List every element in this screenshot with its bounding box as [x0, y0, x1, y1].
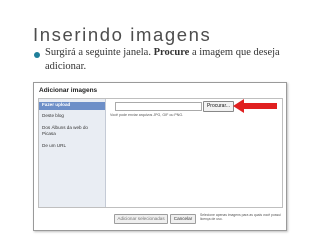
dialog-footer: Adicionar selecionadas Cancelar Selecion… [34, 206, 286, 230]
bullet-text: Surgirá a seguinte janela. Procure a ima… [45, 46, 295, 73]
file-type-hint: Você pode enviar arquivos JPG, GIF ou PN… [110, 113, 184, 117]
slide-title: Inserindo imagens [33, 24, 212, 45]
dialog-title: Adicionar imagens [39, 87, 98, 94]
upload-panel: Procurar... Você pode enviar arquivos JP… [106, 99, 282, 207]
add-images-dialog: Adicionar imagens Fazer upload Deste blo… [33, 82, 287, 231]
bullet-text-bold: Procure [153, 47, 190, 58]
browse-button[interactable]: Procurar... [203, 101, 234, 112]
red-arrow-icon [233, 99, 277, 113]
add-selected-button[interactable]: Adicionar selecionadas [114, 214, 168, 224]
file-path-input[interactable] [115, 102, 202, 111]
footer-note: Selecione apenas imagens para as quais v… [200, 213, 281, 222]
bullet-icon [34, 52, 40, 58]
bullet-text-start: Surgirá a seguinte janela. [45, 47, 154, 58]
sidebar-item-this-blog[interactable]: Deste blog [42, 113, 64, 119]
sidebar-item-picasa[interactable]: Dos Álbuns da web do Picasa [42, 125, 94, 136]
dialog-body: Fazer upload Deste blog Dos Álbuns da we… [38, 98, 283, 208]
dialog-sidebar: Fazer upload Deste blog Dos Álbuns da we… [39, 99, 106, 207]
cancel-button[interactable]: Cancelar [170, 214, 196, 224]
sidebar-item-url[interactable]: De um URL [42, 143, 66, 149]
sidebar-item-upload[interactable]: Fazer upload [39, 102, 105, 110]
